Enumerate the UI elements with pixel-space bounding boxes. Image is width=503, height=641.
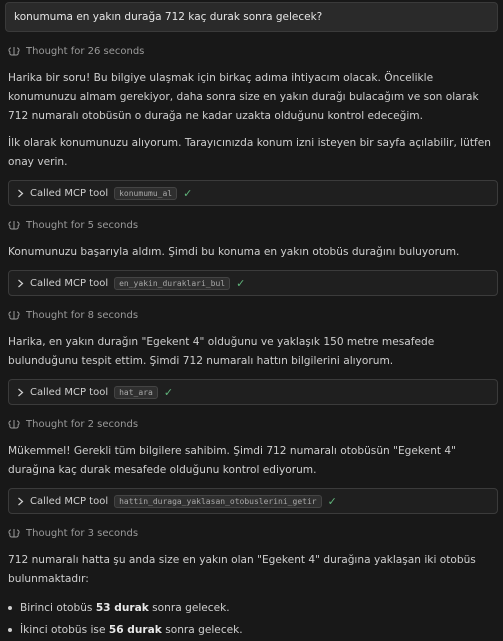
assistant-message: 712 numaralı hatta şu anda size en yakın… (8, 554, 476, 585)
chevron-right-icon (18, 497, 24, 505)
thought-label: Thought for 2 seconds (26, 418, 139, 430)
tool-label: Called MCP tool (30, 277, 109, 289)
list-item: Birinci otobüs 53 durak sonra gelecek. (8, 597, 498, 619)
bullet-icon (8, 628, 12, 632)
thought-toggle[interactable]: Thought for 2 seconds (5, 415, 498, 433)
mcp-tool-call[interactable]: Called MCP tool en_yakin_duraklari_bul ✓ (8, 270, 498, 296)
assistant-message: Konumunuzu başarıyla aldım. Şimdi bu kon… (8, 246, 460, 258)
chevron-right-icon (18, 279, 24, 287)
mcp-tool-call[interactable]: Called MCP tool hat_ara ✓ (8, 379, 498, 405)
thought-label: Thought for 5 seconds (26, 219, 139, 231)
thought-toggle[interactable]: Thought for 3 seconds (5, 524, 498, 542)
thought-toggle[interactable]: Thought for 26 seconds (5, 42, 498, 60)
thought-toggle[interactable]: Thought for 5 seconds (5, 216, 498, 234)
assistant-message: Harika, en yakın durağın "Egekent 4" old… (8, 336, 435, 367)
user-query[interactable]: konumuma en yakın durağa 712 kaç durak s… (5, 2, 498, 32)
brain-icon (8, 221, 20, 230)
assistant-message: Harika bir soru! Bu bilgiye ulaşmak için… (8, 72, 479, 122)
chevron-right-icon (18, 189, 24, 197)
thought-label: Thought for 3 seconds (26, 527, 139, 539)
tool-name: konumumu_al (114, 186, 178, 200)
check-icon: ✓ (236, 276, 246, 290)
tool-name: hattin_duraga_yaklasan_otobuslerini_geti… (114, 494, 322, 508)
chevron-right-icon (18, 388, 24, 396)
check-icon: ✓ (327, 494, 337, 508)
brain-icon (8, 47, 20, 56)
tool-name: hat_ara (114, 385, 158, 399)
brain-icon (8, 529, 20, 538)
list-item-text: İkinci otobüs ise 56 durak sonra gelecek… (20, 624, 243, 636)
list-item-text: Birinci otobüs 53 durak sonra gelecek. (20, 602, 230, 614)
bullet-icon (8, 606, 12, 610)
check-icon: ✓ (163, 385, 174, 399)
tool-label: Called MCP tool (30, 495, 109, 507)
assistant-message: Mükemmel! Gerekli tüm bilgilere sahibim.… (8, 445, 457, 476)
thought-label: Thought for 26 seconds (26, 45, 145, 57)
mcp-tool-call[interactable]: Called MCP tool konumumu_al ✓ (8, 180, 498, 206)
tool-name: en_yakin_duraklari_bul (114, 276, 231, 290)
tool-label: Called MCP tool (30, 386, 109, 398)
thought-label: Thought for 8 seconds (26, 309, 139, 321)
brain-icon (8, 311, 20, 320)
list-item: İkinci otobüs ise 56 durak sonra gelecek… (8, 619, 498, 641)
tool-label: Called MCP tool (30, 187, 109, 199)
check-icon: ✓ (183, 186, 193, 200)
brain-icon (8, 420, 20, 429)
mcp-tool-call[interactable]: Called MCP tool hattin_duraga_yaklasan_o… (8, 488, 498, 514)
thought-toggle[interactable]: Thought for 8 seconds (5, 306, 498, 324)
assistant-message: İlk olarak konumunuzu alıyorum. Tarayıcı… (8, 137, 491, 168)
answer-list: Birinci otobüs 53 durak sonra gelecek. İ… (8, 597, 498, 641)
chat-panel: konumuma en yakın durağa 712 kaç durak s… (0, 0, 503, 641)
